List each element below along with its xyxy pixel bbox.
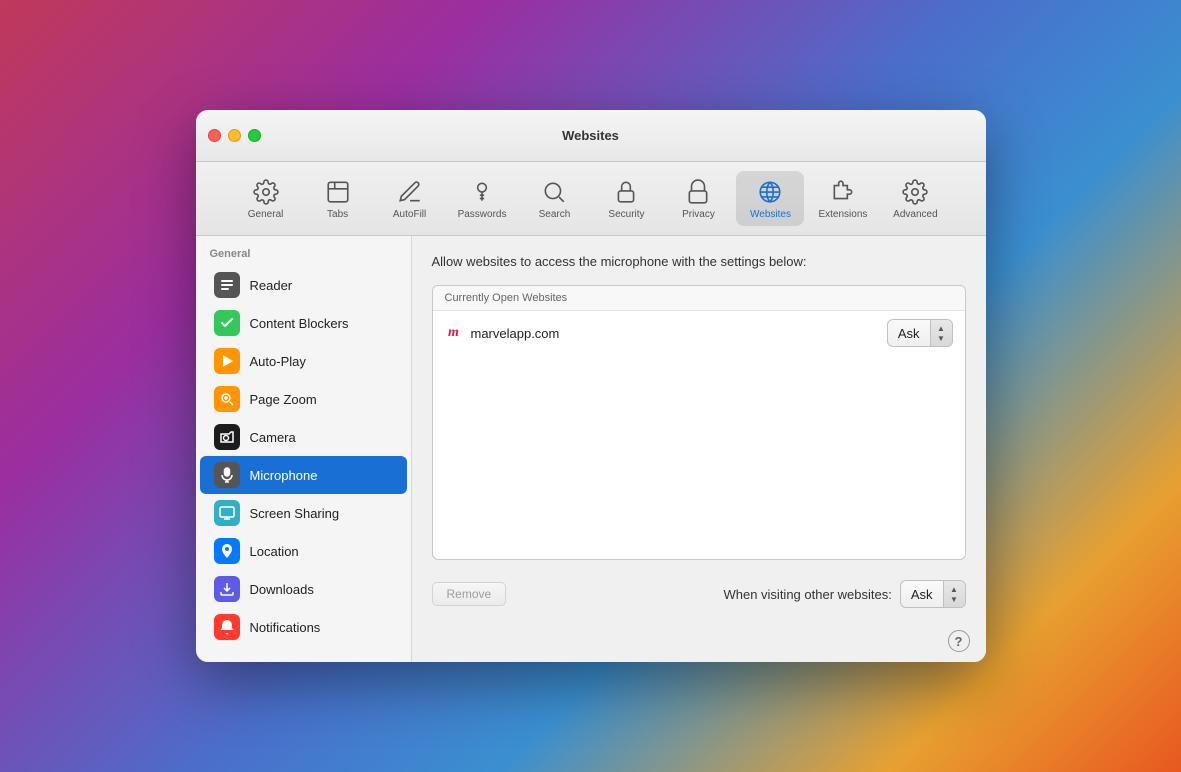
- toolbar-label-security: Security: [608, 209, 644, 220]
- sidebar-section-general: General: [196, 244, 411, 266]
- sidebar-item-label-downloads: Downloads: [250, 582, 314, 597]
- site-permission: Ask ▲ ▼: [887, 319, 953, 347]
- sidebar-item-screen-sharing[interactable]: Screen Sharing: [200, 494, 407, 532]
- sidebar-item-auto-play[interactable]: Auto-Play: [200, 342, 407, 380]
- toolbar-item-passwords[interactable]: Passwords: [448, 171, 517, 226]
- permission-value: Ask: [888, 323, 930, 344]
- toolbar-item-websites[interactable]: Websites: [736, 171, 804, 226]
- sidebar-item-label-camera: Camera: [250, 430, 296, 445]
- toolbar-item-extensions[interactable]: Extensions: [808, 171, 877, 226]
- sidebar-item-page-zoom[interactable]: Page Zoom: [200, 380, 407, 418]
- camera-icon: [214, 424, 240, 450]
- sidebar-item-reader[interactable]: Reader: [200, 266, 407, 304]
- permission-arrows[interactable]: ▲ ▼: [930, 320, 952, 346]
- bottom-bar: Remove When visiting other websites: Ask…: [432, 572, 966, 612]
- site-name: marvelapp.com: [471, 326, 887, 341]
- window-title: Websites: [562, 128, 619, 143]
- toolbar-label-passwords: Passwords: [458, 209, 507, 220]
- toolbar-item-advanced[interactable]: Advanced: [881, 171, 949, 226]
- settings-window: Websites General Tabs: [196, 110, 986, 662]
- sidebar-item-camera[interactable]: Camera: [200, 418, 407, 456]
- websites-table: Currently Open Websites m marvelapp.com …: [432, 285, 966, 560]
- help-button[interactable]: ?: [948, 630, 970, 652]
- table-body: m marvelapp.com Ask ▲ ▼: [433, 311, 965, 559]
- sidebar-item-label-notifications: Notifications: [250, 620, 321, 635]
- toolbar-label-tabs: Tabs: [327, 209, 348, 220]
- toolbar-item-search[interactable]: Search: [520, 171, 588, 226]
- location-icon: [214, 538, 240, 564]
- right-panel: Allow websites to access the microphone …: [412, 236, 986, 626]
- toolbar-item-general[interactable]: General: [232, 171, 300, 226]
- toolbar-label-websites: Websites: [750, 209, 791, 220]
- remove-button[interactable]: Remove: [432, 582, 507, 606]
- websites-icon: [755, 177, 785, 207]
- visit-other-select[interactable]: Ask ▲ ▼: [900, 580, 966, 608]
- notifications-icon: [214, 614, 240, 640]
- sidebar-item-label-content-blockers: Content Blockers: [250, 316, 349, 331]
- permission-select[interactable]: Ask ▲ ▼: [887, 319, 953, 347]
- visit-other-label: When visiting other websites:: [723, 587, 891, 602]
- close-button[interactable]: [208, 129, 221, 142]
- table-row: m marvelapp.com Ask ▲ ▼: [433, 311, 965, 355]
- microphone-icon: [214, 462, 240, 488]
- help-area: ?: [412, 626, 986, 662]
- sidebar-item-content-blockers[interactable]: Content Blockers: [200, 304, 407, 342]
- toolbar-label-search: Search: [539, 209, 571, 220]
- sidebar-item-notifications[interactable]: Notifications: [200, 608, 407, 646]
- sidebar-item-label-reader: Reader: [250, 278, 293, 293]
- tabs-icon: [323, 177, 353, 207]
- sidebar-item-label-microphone: Microphone: [250, 468, 318, 483]
- privacy-icon: [683, 177, 713, 207]
- sidebar-item-microphone[interactable]: Microphone: [200, 456, 407, 494]
- minimize-button[interactable]: [228, 129, 241, 142]
- content-blockers-icon: [214, 310, 240, 336]
- security-icon: [611, 177, 641, 207]
- reader-icon: [214, 272, 240, 298]
- sidebar-item-location[interactable]: Location: [200, 532, 407, 570]
- titlebar: Websites: [196, 110, 986, 162]
- sidebar-item-label-location: Location: [250, 544, 299, 559]
- sidebar: General Reader Content Blocke: [196, 236, 412, 662]
- visit-other-value: Ask: [901, 584, 943, 605]
- toolbar-item-security[interactable]: Security: [592, 171, 660, 226]
- toolbar-item-privacy[interactable]: Privacy: [664, 171, 732, 226]
- toolbar: General Tabs AutoFill: [196, 162, 986, 236]
- visit-other-container: When visiting other websites: Ask ▲ ▼: [723, 580, 965, 608]
- visit-other-arrows[interactable]: ▲ ▼: [943, 581, 965, 607]
- autofill-icon: [395, 177, 425, 207]
- extensions-icon: [828, 177, 858, 207]
- downloads-icon: [214, 576, 240, 602]
- toolbar-label-advanced: Advanced: [893, 209, 937, 220]
- sidebar-item-label-auto-play: Auto-Play: [250, 354, 306, 369]
- panel-description: Allow websites to access the microphone …: [432, 254, 966, 269]
- page-zoom-icon: [214, 386, 240, 412]
- table-header: Currently Open Websites: [433, 286, 965, 311]
- passwords-icon: [467, 177, 497, 207]
- toolbar-label-extensions: Extensions: [818, 209, 867, 220]
- sidebar-item-label-page-zoom: Page Zoom: [250, 392, 317, 407]
- toolbar-item-autofill[interactable]: AutoFill: [376, 171, 444, 226]
- toolbar-label-general: General: [248, 209, 284, 220]
- toolbar-label-privacy: Privacy: [682, 209, 715, 220]
- site-favicon: m: [445, 324, 463, 342]
- main-content: General Reader Content Blocke: [196, 236, 986, 662]
- auto-play-icon: [214, 348, 240, 374]
- sidebar-item-label-screen-sharing: Screen Sharing: [250, 506, 340, 521]
- screen-sharing-icon: [214, 500, 240, 526]
- toolbar-label-autofill: AutoFill: [393, 209, 426, 220]
- traffic-lights: [208, 129, 261, 142]
- toolbar-item-tabs[interactable]: Tabs: [304, 171, 372, 226]
- maximize-button[interactable]: [248, 129, 261, 142]
- advanced-icon: [900, 177, 930, 207]
- sidebar-item-downloads[interactable]: Downloads: [200, 570, 407, 608]
- general-icon: [251, 177, 281, 207]
- search-icon: [539, 177, 569, 207]
